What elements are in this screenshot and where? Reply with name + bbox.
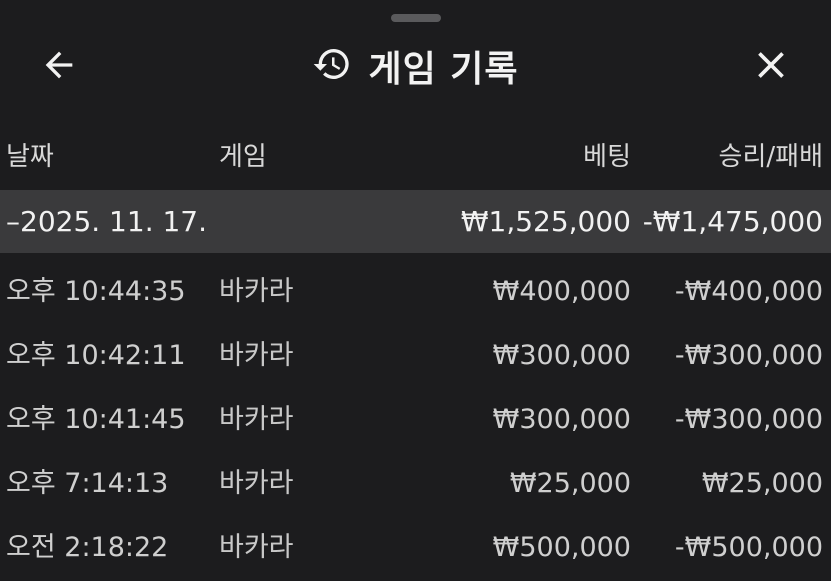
row-time: 오후 10:44:35 <box>6 276 186 307</box>
row-time: 오후 7:14:13 <box>6 468 169 499</box>
close-button[interactable] <box>746 44 796 90</box>
game-history-sheet: 게임 기록 날짜 게임 베팅 승리/패배 –2025. 11. 17. ₩1,5… <box>0 0 831 581</box>
row-game: 바카라 <box>219 468 294 499</box>
back-button[interactable] <box>36 44 82 90</box>
row-bet: ₩400,000 <box>492 276 631 307</box>
row-bet: ₩300,000 <box>492 340 631 371</box>
table-row[interactable]: 오후 10:41:45 바카라 ₩300,000 -₩300,000 <box>0 388 831 452</box>
column-header-date: 날짜 <box>6 142 54 172</box>
title-area: 게임 기록 <box>0 30 831 106</box>
row-result: -₩300,000 <box>674 404 823 435</box>
row-game: 바카라 <box>219 404 294 435</box>
row-result: -₩400,000 <box>674 276 823 307</box>
column-header-result: 승리/패배 <box>718 142 823 172</box>
table-row[interactable]: 오후 10:42:11 바카라 ₩300,000 -₩300,000 <box>0 324 831 388</box>
row-game: 바카라 <box>219 276 294 307</box>
column-header-bet: 베팅 <box>583 142 631 172</box>
row-bet: ₩500,000 <box>492 532 631 563</box>
group-bet-total: ₩1,525,000 <box>460 205 631 238</box>
close-icon <box>749 43 793 91</box>
row-time: 오후 10:42:11 <box>6 340 186 371</box>
title-group: 게임 기록 <box>312 40 518 92</box>
table-row[interactable]: 오전 2:18:22 바카라 ₩500,000 -₩500,000 <box>0 516 831 580</box>
date-group-row[interactable]: –2025. 11. 17. ₩1,525,000 -₩1,475,000 <box>0 190 831 253</box>
row-time: 오후 10:41:45 <box>6 404 186 435</box>
column-header-game: 게임 <box>219 142 267 172</box>
row-result: -₩500,000 <box>674 532 823 563</box>
row-game: 바카라 <box>219 532 294 563</box>
page-title: 게임 기록 <box>368 49 519 90</box>
row-bet: ₩25,000 <box>509 468 631 499</box>
arrow-left-icon <box>39 45 79 89</box>
drag-handle[interactable] <box>391 14 441 22</box>
row-result: -₩300,000 <box>674 340 823 371</box>
row-game: 바카라 <box>219 340 294 371</box>
table-row[interactable]: 오후 10:44:35 바카라 ₩400,000 -₩400,000 <box>0 260 831 324</box>
row-time: 오전 2:18:22 <box>6 532 169 563</box>
table-header: 날짜 게임 베팅 승리/패배 <box>0 128 831 186</box>
history-icon <box>312 44 352 88</box>
history-list: 오후 10:44:35 바카라 ₩400,000 -₩400,000 오후 10… <box>0 260 831 580</box>
row-bet: ₩300,000 <box>492 404 631 435</box>
group-result-total: -₩1,475,000 <box>642 205 823 238</box>
group-date: –2025. 11. 17. <box>6 205 208 238</box>
table-row[interactable]: 오후 7:14:13 바카라 ₩25,000 ₩25,000 <box>0 452 831 516</box>
header-bar: 게임 기록 <box>0 30 831 106</box>
row-result: ₩25,000 <box>701 468 823 499</box>
